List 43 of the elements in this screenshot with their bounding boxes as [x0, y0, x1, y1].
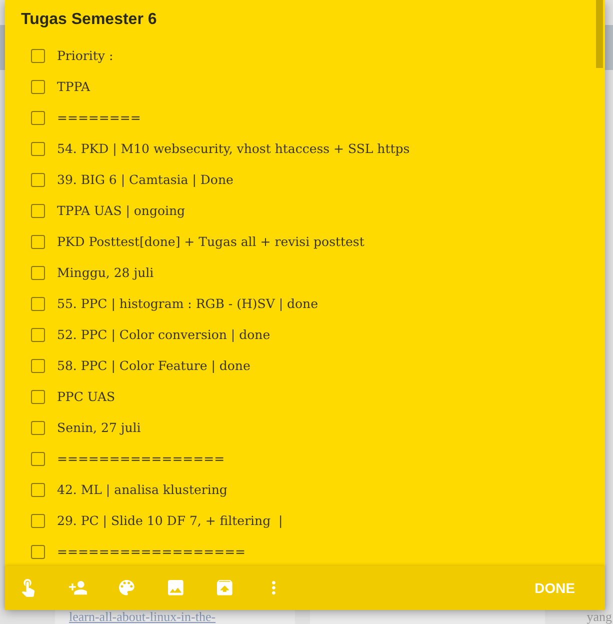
checkbox[interactable] — [31, 420, 45, 434]
checkbox[interactable] — [31, 266, 45, 280]
list-item-text[interactable]: 58. PPC | Color Feature | done — [57, 356, 250, 374]
hand-pointer-icon — [22, 579, 36, 597]
checkbox[interactable] — [31, 544, 45, 558]
add-person-icon — [68, 581, 88, 595]
checkbox[interactable] — [31, 514, 45, 528]
list-item-text[interactable]: 42. ML | analisa klustering — [57, 480, 228, 498]
list-item-text[interactable]: 39. BIG 6 | Camtasia | Done — [57, 170, 234, 188]
checkbox[interactable] — [31, 204, 45, 218]
list-item-text[interactable]: ================== — [57, 542, 246, 560]
checkbox[interactable] — [31, 482, 45, 496]
list-item-text[interactable]: 54. PKD | M10 websecurity, vhost htaccess + SSL https — [57, 140, 410, 158]
list-item-text[interactable]: PKD Posttest[done] + Tugas all + revisi posttest — [57, 232, 364, 250]
list-item-text[interactable]: TPPA — [57, 78, 90, 96]
list-item-text[interactable]: 29. PC | Slide 10 DF 7, + filtering | — [57, 512, 283, 530]
checkbox[interactable] — [31, 358, 45, 372]
list-item-text[interactable]: TPPA UAS | ongoing — [57, 202, 186, 220]
list-item-text[interactable]: ======== — [57, 108, 141, 126]
list-item-text[interactable]: Senin, 27 juli — [57, 418, 141, 436]
scrollbar-thumb[interactable] — [596, 0, 603, 68]
box-up-arrow-icon — [217, 580, 233, 596]
list-item-text[interactable]: Minggu, 28 juli — [57, 264, 154, 282]
list-item-text[interactable]: PPC UAS — [57, 388, 116, 406]
palette-icon — [119, 580, 135, 596]
list-item-text[interactable]: Priority : — [57, 46, 114, 64]
checkbox[interactable] — [31, 296, 45, 310]
checkbox[interactable] — [31, 48, 45, 62]
checkbox[interactable] — [31, 328, 45, 342]
note-title[interactable]: Tugas Semester 6 — [21, 10, 157, 30]
image-icon — [168, 580, 184, 596]
list-item-text[interactable]: 55. PPC | histogram : RGB - (H)SV | done — [57, 294, 318, 312]
checkbox[interactable] — [31, 234, 45, 248]
list-item-text[interactable]: ================ — [57, 450, 225, 468]
more-icon — [272, 581, 276, 595]
checkbox[interactable] — [31, 390, 45, 404]
checkbox[interactable] — [31, 452, 45, 466]
checkbox[interactable] — [31, 80, 45, 94]
checkbox[interactable] — [31, 142, 45, 156]
list-item-text[interactable]: 52. PPC | Color conversion | done — [57, 326, 270, 344]
text-fragment: yang — [586, 610, 612, 623]
checkbox[interactable] — [31, 172, 45, 186]
checkbox[interactable] — [31, 110, 45, 124]
